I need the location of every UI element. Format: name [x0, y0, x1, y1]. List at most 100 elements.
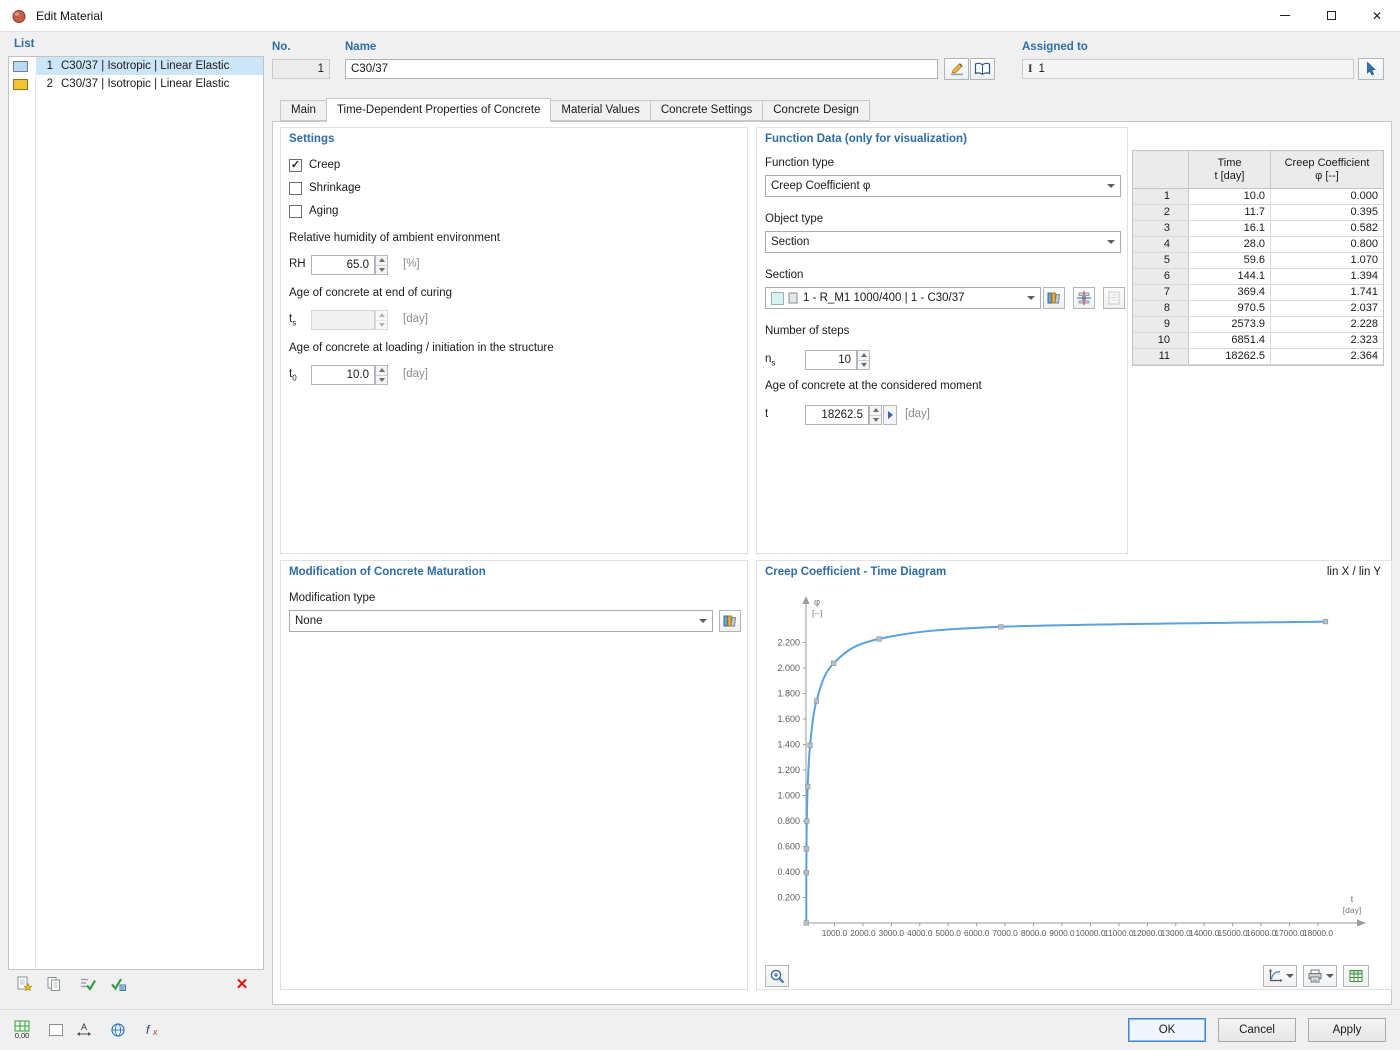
table-row[interactable]: 5 59.6 1.070 [1133, 253, 1383, 269]
table-row[interactable]: 9 2573.9 2.228 [1133, 317, 1383, 333]
moment-age-input[interactable]: 18262.5 [805, 405, 869, 425]
edit-section-button[interactable] [1073, 287, 1095, 309]
cell-time[interactable]: 970.5 [1189, 301, 1271, 316]
moment-age-spinner[interactable] [869, 405, 882, 425]
cancel-button[interactable]: Cancel [1218, 1018, 1296, 1042]
checkbox-row-shrinkage[interactable]: Shrinkage [289, 181, 489, 197]
validate-list-button[interactable] [76, 972, 100, 996]
cell-row-number[interactable]: 2 [1133, 205, 1189, 220]
cell-row-number[interactable]: 10 [1133, 333, 1189, 348]
section-library-button[interactable] [1043, 287, 1065, 309]
material-name-field[interactable]: C30/37 [345, 59, 938, 79]
cell-creep-coefficient[interactable]: 2.037 [1271, 301, 1383, 316]
cell-creep-coefficient[interactable]: 0.582 [1271, 221, 1383, 236]
cell-row-number[interactable]: 4 [1133, 237, 1189, 252]
formula-button[interactable]: fx [138, 1015, 166, 1045]
table-row[interactable]: 10 6851.4 2.323 [1133, 333, 1383, 349]
copy-material-button[interactable] [42, 972, 66, 996]
zoom-button[interactable] [765, 965, 789, 987]
material-list[interactable]: 1 C30/37 | Isotropic | Linear Elastic 2 C30… [8, 56, 264, 970]
table-row[interactable]: 8 970.5 2.037 [1133, 301, 1383, 317]
export-table-button[interactable] [1343, 965, 1369, 987]
spin-up-icon[interactable] [376, 256, 387, 266]
cell-row-number[interactable]: 5 [1133, 253, 1189, 268]
checkbox-row-aging[interactable]: Aging [289, 204, 489, 220]
cell-time[interactable]: 28.0 [1189, 237, 1271, 252]
checkbox-label[interactable]: Creep [309, 159, 340, 171]
loading-age-spinner[interactable] [375, 365, 388, 385]
material-list-item[interactable]: 1 C30/37 | Isotropic | Linear Elastic [9, 57, 263, 75]
cell-time[interactable]: 11.7 [1189, 205, 1271, 220]
steps-input[interactable]: 10 [805, 350, 857, 370]
checkbox-label[interactable]: Aging [309, 205, 338, 217]
cell-time[interactable]: 144.1 [1189, 269, 1271, 284]
new-material-button[interactable] [12, 972, 36, 996]
cell-row-number[interactable]: 11 [1133, 349, 1189, 364]
cell-row-number[interactable]: 1 [1133, 189, 1189, 204]
maximize-button[interactable] [1308, 0, 1354, 31]
spin-up-icon[interactable] [376, 366, 387, 376]
shrinkage-checkbox[interactable] [289, 182, 302, 195]
table-row[interactable]: 6 144.1 1.394 [1133, 269, 1383, 285]
tab-concrete-design[interactable]: Concrete Design [762, 100, 870, 121]
cell-creep-coefficient[interactable]: 1.070 [1271, 253, 1383, 268]
cell-creep-coefficient[interactable]: 1.741 [1271, 285, 1383, 300]
spin-up-icon[interactable] [870, 406, 881, 416]
table-row[interactable]: 7 369.4 1.741 [1133, 285, 1383, 301]
cell-row-number[interactable]: 9 [1133, 317, 1189, 332]
library-button[interactable] [970, 58, 995, 80]
cell-time[interactable]: 16.1 [1189, 221, 1271, 236]
cell-creep-coefficient[interactable]: 0.395 [1271, 205, 1383, 220]
cell-creep-coefficient[interactable]: 2.323 [1271, 333, 1383, 348]
snap-grid-button[interactable]: 0,00 [8, 1015, 36, 1045]
table-row[interactable]: 2 11.7 0.395 [1133, 205, 1383, 221]
section-dropdown[interactable]: 1 - R_M1 1000/400 | 1 - C30/37 [765, 287, 1041, 309]
comment-button[interactable] [42, 1015, 70, 1045]
cell-creep-coefficient[interactable]: 0.000 [1271, 189, 1383, 204]
creep-time-chart[interactable]: 0.200 0.400 0.600 0.800 1.000 1.200 1.400 1.600… [760, 585, 1388, 963]
cell-time[interactable]: 18262.5 [1189, 349, 1271, 364]
step-forward-button[interactable] [883, 405, 897, 425]
cell-row-number[interactable]: 8 [1133, 301, 1189, 316]
diagram-settings-button[interactable] [1263, 965, 1297, 987]
checkbox-row-creep[interactable]: ✓ Creep [289, 158, 489, 174]
print-button[interactable] [1303, 965, 1337, 987]
aging-checkbox[interactable] [289, 205, 302, 218]
cell-time[interactable]: 369.4 [1189, 285, 1271, 300]
tab-main[interactable]: Main [280, 100, 327, 121]
delete-material-button[interactable]: ✕ [230, 972, 254, 996]
humidity-spinner[interactable] [375, 255, 388, 275]
tab-material-values[interactable]: Material Values [550, 100, 651, 121]
checkbox-label[interactable]: Shrinkage [309, 182, 361, 194]
dimension-button[interactable]: A [70, 1015, 98, 1045]
cell-creep-coefficient[interactable]: 2.228 [1271, 317, 1383, 332]
function-type-dropdown[interactable]: Creep Coefficient φ [765, 175, 1121, 197]
table-row[interactable]: 1 10.0 0.000 [1133, 189, 1383, 205]
modification-library-button[interactable] [719, 610, 741, 632]
title-bar[interactable]: Edit Material ✕ [0, 0, 1400, 32]
minimize-button[interactable] [1262, 0, 1308, 31]
object-type-dropdown[interactable]: Section [765, 231, 1121, 253]
apply-button[interactable]: Apply [1308, 1018, 1386, 1042]
spin-down-icon[interactable] [858, 361, 869, 370]
cell-row-number[interactable]: 7 [1133, 285, 1189, 300]
ok-button[interactable]: OK [1128, 1018, 1206, 1042]
cell-time[interactable]: 6851.4 [1189, 333, 1271, 348]
units-button[interactable] [104, 1015, 132, 1045]
cell-time[interactable]: 2573.9 [1189, 317, 1271, 332]
cell-creep-coefficient[interactable]: 1.394 [1271, 269, 1383, 284]
spin-up-icon[interactable] [858, 351, 869, 361]
steps-spinner[interactable] [857, 350, 870, 370]
cell-creep-coefficient[interactable]: 2.364 [1271, 349, 1383, 364]
humidity-input[interactable]: 65.0 [311, 255, 375, 275]
cell-time[interactable]: 59.6 [1189, 253, 1271, 268]
tab-concrete-settings[interactable]: Concrete Settings [649, 100, 764, 121]
cell-time[interactable]: 10.0 [1189, 189, 1271, 204]
cell-creep-coefficient[interactable]: 0.800 [1271, 237, 1383, 252]
validate-settings-button[interactable] [106, 972, 130, 996]
table-row[interactable]: 3 16.1 0.582 [1133, 221, 1383, 237]
creep-checkbox[interactable]: ✓ [289, 159, 302, 172]
spin-down-icon[interactable] [870, 416, 881, 425]
tab-time-dependent-properties-of-concrete[interactable]: Time-Dependent Properties of Concrete [325, 98, 552, 122]
table-row[interactable]: 11 18262.5 2.364 [1133, 349, 1383, 365]
